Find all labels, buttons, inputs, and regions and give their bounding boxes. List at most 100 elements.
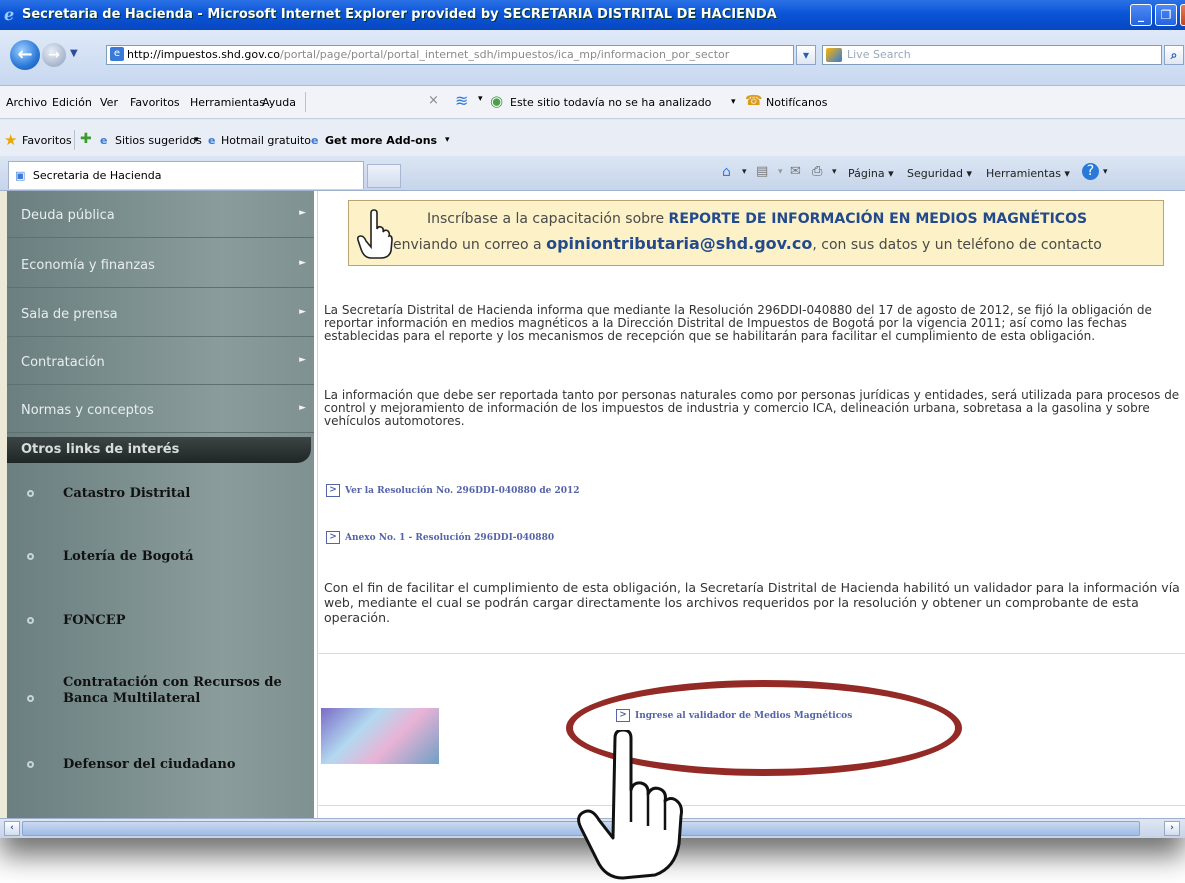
resolution-link[interactable]: > Ver la Resolución No. 296DDI-040880 de … — [326, 484, 580, 497]
minimize-button[interactable]: _ — [1130, 4, 1152, 26]
divider — [318, 653, 1185, 654]
add-favorite-icon[interactable]: ✚ — [80, 131, 92, 147]
dropdown-icon[interactable]: ▾ — [1103, 167, 1108, 177]
sidebar-item-prensa[interactable]: Sala de prensa ► — [7, 290, 314, 337]
security-menu[interactable]: Seguridad ▾ — [907, 167, 972, 180]
security-menu-label: Seguridad — [907, 167, 963, 180]
paragraph-information: La información que debe ser reportada ta… — [324, 388, 1180, 428]
chevron-right-icon: ► — [299, 355, 306, 365]
site-check-icon: ◉ — [490, 92, 504, 110]
ie-page-icon: e — [100, 134, 108, 147]
link-label: Defensor del ciudadano — [63, 757, 236, 772]
close-toolbar-icon[interactable]: × — [428, 93, 439, 108]
tab-bar: ▣ Secretaria de Hacienda ⌂ ▾ ▤ ▾ ✉ ⎙ ▾ P… — [0, 156, 1185, 191]
dropdown-icon[interactable]: ▾ — [478, 94, 483, 104]
notify-link[interactable]: Notifícanos — [766, 96, 827, 109]
link-defensor[interactable]: Defensor del ciudadano — [7, 757, 307, 772]
ie-page-icon: e — [208, 134, 216, 147]
search-input[interactable]: Live Search — [822, 45, 1162, 65]
title-bar: ℯ Secretaria de Hacienda - Microsoft Int… — [0, 0, 1185, 30]
menu-favoritos[interactable]: Favoritos — [130, 96, 180, 109]
dropdown-icon[interactable]: ▾ — [445, 135, 450, 145]
hand-cursor-icon — [577, 730, 683, 880]
paragraph-resolution: La Secretaría Distrital de Hacienda info… — [324, 303, 1152, 343]
sidebar-item-label: Contratación — [21, 355, 105, 370]
banner-text: enviando un correo a — [393, 237, 547, 253]
address-toolbar: ← → ▼ e http://impuestos.shd.gov.co/porta… — [0, 30, 1185, 86]
back-button[interactable]: ← — [10, 40, 40, 70]
sidebar-item-label: Sala de prensa — [21, 307, 118, 322]
sidebar-item-contratacion[interactable]: Contratación ► — [7, 338, 314, 385]
menu-bar: Archivo Edición Ver Favoritos Herramient… — [0, 86, 1185, 119]
hotmail-link[interactable]: Hotmail gratuito — [221, 134, 311, 147]
banner-line-2: enviando un correo a opiniontributaria@s… — [393, 234, 1102, 253]
dropdown-icon[interactable]: ▾ — [778, 167, 783, 177]
banner-bold-text: REPORTE DE INFORMACIÓN EN MEDIOS MAGNÉTI… — [668, 211, 1088, 227]
wireless-icon[interactable]: ≋ — [455, 91, 468, 110]
chevron-right-icon: ► — [299, 307, 306, 317]
address-dropdown-icon[interactable]: ▾ — [796, 45, 816, 65]
banner-text: , con sus datos y un teléfono de contact… — [812, 237, 1102, 253]
scroll-left-button[interactable]: ‹ — [4, 821, 20, 836]
new-tab-button[interactable] — [367, 164, 401, 188]
menu-ver[interactable]: Ver — [100, 96, 118, 109]
maximize-button[interactable]: ❐ — [1155, 4, 1177, 26]
menu-ayuda[interactable]: Ayuda — [262, 96, 296, 109]
sidebar-item-deuda[interactable]: Deuda pública ► — [7, 191, 314, 238]
suggested-sites-link[interactable]: Sitios sugeridos — [115, 134, 202, 147]
ie-icon: ℯ — [4, 5, 15, 24]
feeds-icon[interactable]: ▤ — [756, 164, 768, 179]
page-menu[interactable]: Página ▾ — [848, 167, 894, 180]
home-icon[interactable]: ⌂ — [722, 164, 731, 180]
sidebar-item-label: Deuda pública — [21, 208, 115, 223]
tab-label: Secretaria de Hacienda — [32, 169, 162, 182]
chevron-right-icon: ► — [299, 208, 306, 218]
history-dropdown-icon[interactable]: ▼ — [70, 48, 78, 59]
close-button[interactable]: ✕ — [1180, 4, 1185, 26]
link-label: Contratación con Recursos de Banca Multi… — [63, 675, 282, 706]
banner-email-link[interactable]: opiniontributaria@shd.gov.co — [546, 234, 812, 253]
hand-pointer-icon — [357, 209, 393, 259]
link-foncep[interactable]: FONCEP — [7, 613, 307, 628]
dropdown-icon[interactable]: ▾ — [832, 167, 837, 177]
addons-link[interactable]: Get more Add-ons — [325, 134, 437, 147]
tab-secretaria[interactable]: ▣ Secretaria de Hacienda — [8, 161, 364, 189]
search-icon[interactable]: ⌕ — [1164, 45, 1184, 65]
arrow-box-icon: > — [326, 484, 340, 497]
mail-icon[interactable]: ✉ — [790, 164, 801, 179]
url-path: /portal/page/portal/portal_internet_sdh/… — [280, 48, 730, 61]
site-status-text[interactable]: Este sitio todavía no se ha analizado — [510, 96, 711, 109]
page-menu-label: Página — [848, 167, 885, 180]
sidebar-item-economia[interactable]: Economía y finanzas ► — [7, 241, 314, 288]
tab-page-icon: ▣ — [15, 169, 26, 182]
bullet-icon — [27, 761, 34, 768]
bullet-icon — [27, 490, 34, 497]
link-banca-multilateral[interactable]: Contratación con Recursos de Banca Multi… — [7, 675, 297, 707]
annex-link[interactable]: > Anexo No. 1 - Resolución 296DDI-040880 — [326, 531, 554, 544]
sidebar-item-normas[interactable]: Normas y conceptos ► — [7, 386, 314, 433]
tools-menu[interactable]: Herramientas ▾ — [986, 167, 1070, 180]
dropdown-icon[interactable]: ▾ — [194, 135, 199, 145]
link-loteria[interactable]: Lotería de Bogotá — [7, 549, 307, 564]
menu-archivo[interactable]: Archivo — [6, 96, 47, 109]
link-catastro[interactable]: Catastro Distrital — [7, 486, 307, 501]
menu-herramientas[interactable]: Herramientas — [190, 96, 265, 109]
dropdown-icon[interactable]: ▾ — [731, 97, 736, 107]
sidebar-item-label: Normas y conceptos — [21, 403, 154, 418]
sidebar: Deuda pública ► Economía y finanzas ► Sala… — [7, 191, 314, 818]
paragraph-validator: Con el fin de facilitar el cumplimiento … — [324, 580, 1180, 625]
print-icon[interactable]: ⎙ — [812, 164, 822, 179]
resolution-link-label: Ver la Resolución No. 296DDI-040880 de 2… — [345, 486, 580, 496]
url-domain: http://impuestos.shd.gov.co — [127, 48, 281, 61]
address-input[interactable]: e http://impuestos.shd.gov.co/portal/page… — [106, 45, 794, 65]
help-icon[interactable]: ? — [1082, 163, 1099, 180]
other-links-heading: Otros links de interés — [7, 437, 311, 463]
sidebar-item-label: Economía y finanzas — [21, 258, 155, 273]
favorites-button[interactable]: Favoritos — [22, 134, 72, 147]
page-icon: e — [110, 47, 124, 61]
forward-button[interactable]: → — [42, 43, 66, 67]
dropdown-icon[interactable]: ▾ — [742, 167, 747, 177]
menu-edicion[interactable]: Edición — [52, 96, 92, 109]
scroll-right-button[interactable]: › — [1164, 821, 1180, 836]
bullet-icon — [27, 617, 34, 624]
